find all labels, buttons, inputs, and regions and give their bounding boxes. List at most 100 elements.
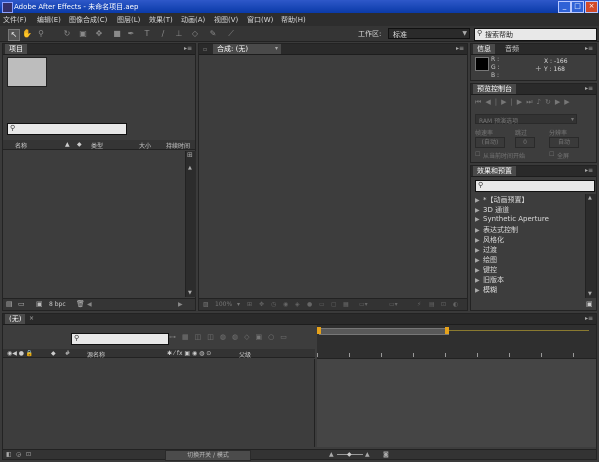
scroll-left-icon[interactable]: ◀ — [87, 301, 92, 308]
effect-category[interactable]: ▶ 绘图 — [475, 255, 497, 265]
menu-edit[interactable]: 编辑(E) — [37, 15, 61, 25]
effect-category[interactable]: ▶ 旧版本 — [475, 275, 504, 285]
effect-category[interactable]: ▶ 风格化 — [475, 235, 504, 245]
tab-audio[interactable]: 音频 — [501, 44, 523, 54]
effects-scrollbar[interactable]: ▲ ▼ — [585, 194, 596, 298]
lock-icon[interactable]: ▫ — [203, 46, 207, 53]
panel-menu-icon[interactable]: ▸≡ — [585, 85, 593, 92]
menu-window[interactable]: 窗口(W) — [247, 15, 273, 25]
effect-category[interactable]: ▶ 过渡 — [475, 245, 497, 255]
column-size[interactable]: 大小 — [139, 141, 151, 150]
effect-category[interactable]: ▶ *【动画预置】 — [475, 195, 529, 205]
tab-composition[interactable]: 合成: (无) — [213, 44, 281, 54]
first-frame-icon[interactable]: ⏮ — [475, 98, 485, 106]
toggle-switches-modes-button[interactable]: 切换开关 / 模式 — [165, 450, 251, 461]
ram-preview-icon[interactable]: ▶▶ — [555, 98, 574, 106]
mask-visibility-icon[interactable]: ✥ — [259, 301, 264, 308]
effect-category[interactable]: ▶ 3D 通道 — [475, 205, 509, 215]
project-search-input[interactable]: ⚲ — [7, 123, 127, 135]
eraser-tool-icon[interactable]: ◇ — [190, 29, 200, 39]
tab-preview[interactable]: 预览控制台 — [473, 84, 516, 94]
scroll-down-icon[interactable]: ▼ — [588, 291, 592, 297]
scroll-up-icon[interactable]: ▲ — [588, 195, 592, 201]
loop-icon[interactable]: ↻ — [545, 98, 555, 106]
draft-3d-icon[interactable]: ▦ — [182, 333, 195, 341]
audio-icon[interactable]: ♪ — [537, 98, 545, 106]
time-remap-icon[interactable]: ▭ — [280, 333, 293, 341]
menu-help[interactable]: 帮助(H) — [281, 15, 306, 25]
scroll-up-icon[interactable]: ▲ — [188, 165, 192, 171]
hand-tool-icon[interactable]: ✋ — [22, 29, 32, 39]
composition-dropdown-icon[interactable]: ▾ — [275, 45, 278, 52]
resolution-select[interactable]: 自动 — [549, 137, 579, 148]
camera-tool-icon[interactable]: ▣ — [78, 29, 88, 39]
brainstorm-icon[interactable]: ◍ — [232, 333, 244, 341]
new-effect-icon[interactable]: ▣ — [586, 300, 593, 308]
panel-menu-icon[interactable]: ▸≡ — [585, 45, 593, 52]
transparency-grid-icon[interactable]: ▦ — [343, 301, 349, 308]
panel-menu-icon[interactable]: ▸≡ — [184, 45, 192, 52]
panel-menu-icon[interactable]: ▸≡ — [456, 45, 464, 52]
text-tool-icon[interactable]: T — [142, 29, 152, 39]
panel-menu-icon[interactable]: ▸≡ — [585, 315, 593, 322]
next-frame-icon[interactable]: |▶ — [510, 98, 526, 106]
search-help-input[interactable]: ⚲ 搜索帮助 — [474, 28, 597, 41]
tab-info[interactable]: 信息 — [473, 44, 495, 54]
maximize-button[interactable]: □ — [571, 1, 584, 13]
tab-effects-presets[interactable]: 效果和预置 — [473, 166, 516, 176]
clone-stamp-tool-icon[interactable]: ⊥ — [174, 29, 184, 39]
from-current-checkbox[interactable]: ☐ — [475, 151, 480, 158]
frame-blending-icon[interactable]: ◫ — [207, 333, 220, 341]
timeline-icon[interactable]: ▤ — [429, 301, 435, 308]
new-composition-icon[interactable]: ▣ — [36, 300, 43, 308]
new-folder-icon[interactable]: ▭ — [18, 300, 25, 308]
zoom-select[interactable]: 100% — [215, 301, 232, 308]
zoom-in-icon[interactable]: ▲ — [365, 451, 370, 458]
scroll-right-icon[interactable]: ▶ — [178, 301, 183, 308]
column-source-name[interactable]: 源名称 — [87, 350, 105, 359]
menu-composition[interactable]: 图像合成(C) — [69, 15, 107, 25]
axis-icon[interactable]: ⟋ — [226, 29, 236, 39]
camera-view-icon[interactable]: ▭▾ — [359, 301, 368, 308]
effects-search-input[interactable]: ⚲ — [475, 180, 595, 192]
workspace-select[interactable]: 标准 ▼ — [388, 28, 470, 39]
skip-input[interactable]: 0 — [515, 137, 535, 148]
last-frame-icon[interactable]: ⏭ — [526, 98, 536, 106]
snapshot-icon[interactable]: ◉ — [283, 301, 288, 308]
project-scrollbar[interactable]: ⊞ ▲ ▼ — [185, 151, 196, 297]
shy-icon[interactable]: ◫ — [195, 333, 208, 341]
puppet-tool-icon[interactable]: ✎ — [208, 29, 218, 39]
time-ruler[interactable] — [317, 347, 596, 359]
menu-view[interactable]: 视图(V) — [214, 15, 238, 25]
tab-project[interactable]: 项目 — [5, 44, 27, 54]
zoom-tool-icon[interactable]: ⚲ — [36, 29, 46, 39]
menu-animation[interactable]: 动画(A) — [181, 15, 205, 25]
zoom-out-icon[interactable]: ▲ — [329, 451, 334, 458]
pan-behind-tool-icon[interactable]: ✥ — [94, 29, 104, 39]
keyframe-icon[interactable]: ▣ — [255, 333, 268, 341]
interpret-footage-icon[interactable]: ▤ — [6, 300, 13, 308]
channel-icon[interactable]: ● — [307, 301, 312, 308]
work-area-start-handle[interactable] — [317, 327, 321, 334]
comp-mini-flowchart-icon[interactable]: ⊶ — [169, 333, 182, 341]
ram-options-select[interactable]: RAM 预演选项 ▾ — [475, 114, 577, 125]
menu-effect[interactable]: 效果(T) — [149, 15, 173, 25]
view-layout-icon[interactable]: ▭▾ — [389, 301, 398, 308]
effect-category[interactable]: ▶ Synthetic Aperture — [475, 215, 549, 223]
exposure-icon[interactable]: ◐ — [453, 301, 458, 308]
effect-category[interactable]: ▶ 表达式控制 — [475, 225, 518, 235]
trash-icon[interactable]: 🗑 — [76, 300, 85, 308]
close-icon[interactable]: × — [29, 315, 34, 322]
work-area-bar[interactable] — [319, 328, 449, 335]
show-snapshot-icon[interactable]: ◈ — [295, 301, 300, 308]
title-safe-icon[interactable]: ⊞ — [247, 301, 252, 308]
flowchart-icon[interactable]: ⊡ — [441, 301, 446, 308]
frame-rate-select[interactable]: (自动) — [475, 137, 505, 148]
current-time-icon[interactable]: ◷ — [271, 301, 276, 308]
column-type[interactable]: 类型 — [91, 141, 103, 150]
full-screen-checkbox[interactable]: ☐ — [549, 151, 554, 158]
mask-tool-icon[interactable]: ■ — [112, 29, 122, 39]
column-parent[interactable]: 父级 — [239, 350, 251, 359]
scroll-down-icon[interactable]: ▼ — [188, 290, 192, 296]
transfer-controls-icon[interactable]: ◶ — [16, 451, 21, 458]
